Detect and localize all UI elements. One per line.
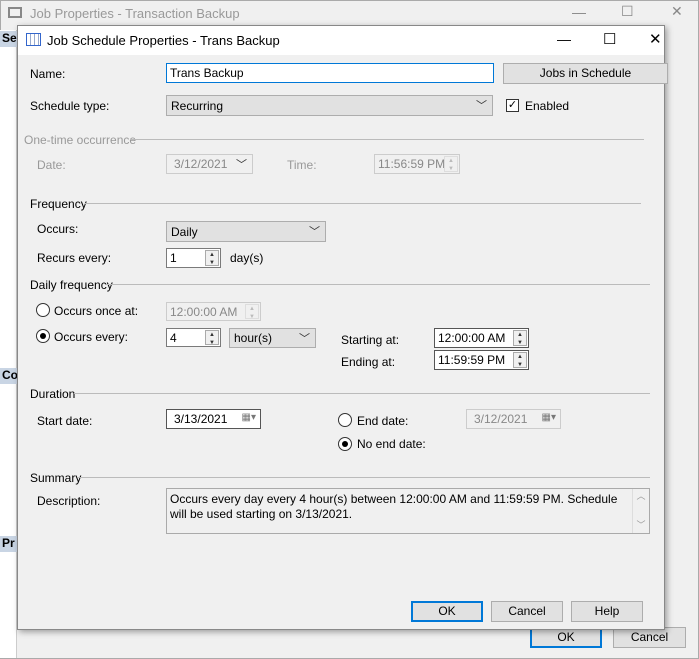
starting-at-value: 12:00:00 AM xyxy=(438,331,506,345)
calendar-dropdown-icon[interactable]: ▦▾ xyxy=(542,412,556,423)
end-date-label: End date: xyxy=(357,414,409,428)
spinner-arrows-icon[interactable]: ▲ ▼ xyxy=(513,352,527,368)
help-button[interactable]: Help xyxy=(571,601,643,622)
dialog-close-button[interactable]: ✕ xyxy=(649,30,662,48)
spinner-arrows-icon[interactable]: ▲ ▼ xyxy=(513,330,527,346)
dialog-title: Job Schedule Properties - Trans Backup xyxy=(47,33,280,48)
one-time-time-spinner[interactable]: 11:56:59 PM ▲ ▼ xyxy=(374,154,460,174)
occurs-every-unit-select[interactable]: hour(s) ﹀ xyxy=(229,328,316,348)
no-end-date-label: No end date: xyxy=(357,437,426,451)
occurs-every-label: Occurs every: xyxy=(54,330,129,344)
occurs-once-radio[interactable] xyxy=(36,303,50,317)
occurs-select[interactable]: Daily ﹀ xyxy=(166,221,326,242)
divider xyxy=(78,477,650,478)
ok-button[interactable]: OK xyxy=(411,601,483,622)
spinner-arrows-icon[interactable]: ▲ ▼ xyxy=(205,330,219,346)
enabled-checkbox[interactable]: ✓ xyxy=(506,99,519,112)
chevron-down-icon: ﹀ xyxy=(476,100,487,112)
end-date-radio[interactable] xyxy=(338,413,352,427)
description-label: Description: xyxy=(37,494,101,508)
close-button[interactable]: ✕ xyxy=(671,3,683,20)
occurs-value: Daily xyxy=(171,225,198,239)
occurs-every-value: 4 xyxy=(170,331,177,345)
start-date-picker[interactable]: 3/13/2021 ▦▾ xyxy=(166,409,261,429)
calendar-icon xyxy=(26,33,41,46)
description-textarea[interactable]: Occurs every day every 4 hour(s) between… xyxy=(166,488,650,534)
name-input[interactable]: Trans Backup xyxy=(166,63,494,83)
one-time-time-value: 11:56:59 PM xyxy=(378,157,446,171)
recurs-every-spinner[interactable]: 1 ▲ ▼ xyxy=(166,248,221,268)
maximize-button[interactable]: ☐ xyxy=(621,3,634,20)
occurs-every-spinner[interactable]: 4 ▲ ▼ xyxy=(166,328,221,347)
recurs-every-label: Recurs every: xyxy=(37,251,112,265)
one-time-group-title: One-time occurrence xyxy=(24,133,137,147)
background-ok-button[interactable]: OK xyxy=(530,627,602,648)
frequency-group-title: Frequency xyxy=(30,197,87,211)
ending-at-label: Ending at: xyxy=(341,355,396,369)
start-date-value: 3/13/2021 xyxy=(174,412,228,426)
starting-at-spinner[interactable]: 12:00:00 AM ▲ ▼ xyxy=(434,328,529,348)
chevron-down-icon: ﹀ xyxy=(236,159,247,171)
recurs-unit-label: day(s) xyxy=(230,251,264,265)
calendar-dropdown-icon[interactable]: ▦▾ xyxy=(242,412,256,423)
description-text: Occurs every day every 4 hour(s) between… xyxy=(170,492,618,521)
schedule-type-label: Schedule type: xyxy=(30,99,110,113)
spinner-arrows-icon[interactable]: ▲ ▼ xyxy=(245,304,259,320)
side-header-select-page: Se xyxy=(0,31,17,47)
side-header-connection: Co xyxy=(0,368,17,384)
background-cancel-button[interactable]: Cancel xyxy=(613,627,686,648)
dialog-minimize-button[interactable]: — xyxy=(557,31,571,47)
background-window-title: Job Properties - Transaction Backup xyxy=(30,6,240,21)
minimize-button[interactable]: — xyxy=(572,4,586,20)
description-scrollbar[interactable]: ︿ ﹀ xyxy=(632,489,649,533)
end-date-picker[interactable]: 3/12/2021 ▦▾ xyxy=(466,409,561,429)
recurs-every-value: 1 xyxy=(170,251,177,265)
divider xyxy=(106,284,650,285)
spinner-arrows-icon[interactable]: ▲ ▼ xyxy=(205,250,219,266)
chevron-down-icon: ﹀ xyxy=(309,226,320,238)
ending-at-value: 11:59:59 PM xyxy=(438,353,506,367)
one-time-date-value: 3/12/2021 xyxy=(174,157,228,171)
occurs-every-radio[interactable] xyxy=(36,329,50,343)
date-label: Date: xyxy=(37,158,66,172)
one-time-date-picker[interactable]: 3/12/2021 ﹀ xyxy=(166,154,253,174)
summary-group-title: Summary xyxy=(30,471,82,485)
divider xyxy=(130,139,644,140)
side-header-progress: Pr xyxy=(0,536,17,552)
duration-group-title: Duration xyxy=(30,387,76,401)
chevron-down-icon: ﹀ xyxy=(299,333,310,345)
schedule-type-value: Recurring xyxy=(171,99,224,113)
divider xyxy=(74,393,650,394)
background-side-panel xyxy=(0,30,17,658)
divider xyxy=(85,203,641,204)
occurs-label: Occurs: xyxy=(37,222,79,236)
enabled-label: Enabled xyxy=(525,99,570,113)
daily-frequency-group-title: Daily frequency xyxy=(30,278,113,292)
occurs-every-unit-value: hour(s) xyxy=(234,331,273,345)
cancel-button[interactable]: Cancel xyxy=(491,601,563,622)
schedule-type-select[interactable]: Recurring ﹀ xyxy=(166,95,493,116)
spinner-arrows-icon[interactable]: ▲ ▼ xyxy=(444,156,458,172)
end-date-value: 3/12/2021 xyxy=(474,412,528,426)
dialog-maximize-button[interactable]: ☐ xyxy=(603,30,616,48)
window-icon xyxy=(8,7,22,18)
ending-at-spinner[interactable]: 11:59:59 PM ▲ ▼ xyxy=(434,350,529,370)
no-end-date-radio[interactable] xyxy=(338,437,352,451)
start-date-label: Start date: xyxy=(37,414,93,428)
occurs-once-value: 12:00:00 AM xyxy=(170,305,238,319)
jobs-in-schedule-button[interactable]: Jobs in Schedule xyxy=(503,63,668,84)
starting-at-label: Starting at: xyxy=(341,333,400,347)
occurs-once-time-spinner[interactable]: 12:00:00 AM ▲ ▼ xyxy=(166,302,261,321)
time-label: Time: xyxy=(287,158,317,172)
occurs-once-label: Occurs once at: xyxy=(54,304,139,318)
name-label: Name: xyxy=(30,67,66,81)
